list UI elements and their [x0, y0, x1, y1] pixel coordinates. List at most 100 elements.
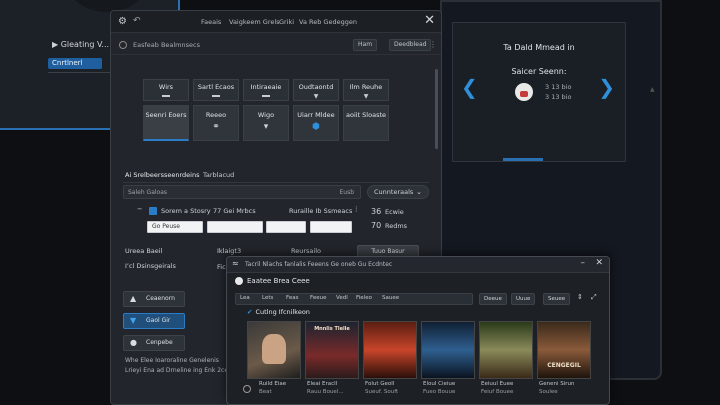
search-button[interactable]: Deeue [479, 293, 507, 305]
tile-option-4[interactable]: Uiarr Mldee ⬢ [293, 105, 339, 141]
tile-header-label: Intiraeaie [250, 83, 282, 91]
tile-header-4[interactable]: Oudtaontd ▼ [293, 79, 339, 101]
tile-option-label: Wigo [257, 111, 275, 119]
side-button-3[interactable]: ● Cenpebe [123, 335, 185, 351]
scrollbar[interactable] [435, 69, 438, 149]
tile-header-1[interactable]: Wirs [143, 79, 189, 101]
tab-1[interactable]: Faeais [201, 18, 221, 26]
text-field-3[interactable] [266, 221, 306, 233]
stepper-icon[interactable]: ⋮ [353, 205, 360, 213]
warning-icon: ▲ [130, 294, 137, 303]
poster-subcaption: Rauu Bouel... [307, 389, 344, 395]
text-field-4[interactable] [310, 221, 352, 233]
grip-icon[interactable]: ⋮ [429, 40, 437, 49]
overlay-title-bar: ≈ Tacril Nlachs fanlalis Feeens Ge oneb … [227, 257, 609, 273]
checkbox[interactable] [149, 207, 157, 215]
tab-4[interactable]: Va Reb Gedeggen [299, 18, 357, 26]
value-1: 36 [371, 207, 382, 216]
featured-meta-2: 3 13 bio [545, 93, 572, 101]
left-label-1: Ureea Baeil [125, 247, 163, 255]
footnote-2: Lrieyi Ena ad Drneline ing Enk 2cenlis. [125, 367, 241, 374]
radio-icon[interactable] [243, 385, 251, 393]
poster-4[interactable] [421, 321, 475, 379]
fullscreen-icon[interactable]: ⤢ [591, 293, 597, 302]
caret-down-icon: ▾ [263, 122, 269, 132]
search-hint: Eusb [339, 189, 354, 196]
tile-option-3[interactable]: Wigo ▾ [243, 105, 289, 141]
minus-icon [162, 95, 170, 97]
poster-1[interactable] [247, 321, 301, 379]
section-tabs: Ai Srelbeersseenrdeins Tarblacud [123, 169, 429, 183]
minus-icon [262, 95, 270, 97]
form-label-3: Ruraille Ib Ssmeacs [289, 207, 353, 215]
text-field-1[interactable]: Go Peuse [147, 221, 203, 233]
caret-down-icon: ▼ [363, 93, 369, 100]
featured-meta-1: 3 13 bio [545, 83, 572, 91]
gear-icon[interactable]: ⚙ [118, 16, 127, 27]
poster-6[interactable]: CENGEGIL [537, 321, 591, 379]
overlay-tab[interactable]: Lets [262, 295, 273, 301]
poster-5[interactable] [479, 321, 533, 379]
tab-3[interactable]: Griki [279, 18, 294, 26]
poster-caption: Eeiuul Euee [481, 381, 514, 387]
overlay-tab[interactable]: Lea [240, 295, 250, 301]
continue-button[interactable]: Cnrtlnerl [48, 58, 102, 69]
search-input[interactable]: Saleh Galoas Eusb [123, 185, 361, 199]
filter-button[interactable]: Uuue [511, 293, 536, 305]
overlap-icon: ⚭ [212, 122, 220, 132]
sort-icon[interactable]: ⇕ [577, 293, 583, 301]
overlay-tab[interactable]: Sauee [382, 295, 399, 301]
wifi-icon: ≈ [232, 259, 239, 268]
side-button-label: Gaol Gir [146, 317, 171, 324]
tile-option-2[interactable]: Reeeo ⚭ [193, 105, 239, 141]
tile-option-label: Seenri Eoers [145, 111, 187, 119]
tile-header-5[interactable]: Ilm Reuhe ▼ [343, 79, 389, 101]
filter-dropdown[interactable]: Cunnteraals ⌄ [367, 185, 429, 199]
side-button-2[interactable]: ▼ Gaol Gir [123, 313, 185, 329]
portrait-image [262, 334, 286, 364]
chevron-left-icon[interactable]: ❮ [461, 75, 478, 99]
sort-button[interactable]: Seuee [543, 293, 571, 305]
tab-2[interactable]: Vaigkeem Grels [229, 18, 280, 26]
tile-option-label: aoiit Sloaste [345, 111, 386, 119]
text-field-2[interactable] [207, 221, 263, 233]
mid-label-1: Iklaigt3 [217, 247, 242, 255]
diamond-icon: ▼ [130, 316, 137, 325]
overlay-heading-text: Eaatee Brea Ceee [247, 277, 310, 285]
poster-3[interactable] [363, 321, 417, 379]
close-icon[interactable]: ✕ [595, 258, 603, 268]
shield-icon: ⬢ [312, 122, 320, 132]
value-1-label: Ecwie [385, 208, 404, 216]
tab-section-2[interactable]: Tarblacud [203, 171, 234, 179]
scrollbar-icon[interactable]: ▲ [650, 86, 655, 93]
minus-icon [212, 95, 220, 97]
radio-icon[interactable] [119, 41, 127, 49]
chevron-down-icon: ⌄ [416, 188, 422, 196]
side-button-label: Cenpebe [146, 339, 173, 346]
tile-header-2[interactable]: Sartl Ecaos [193, 79, 239, 101]
overlay-tab[interactable]: Feas [286, 295, 298, 301]
poster-subcaption: Fueo Bouue [423, 389, 456, 395]
poster-subcaption: Soulee [539, 389, 558, 395]
overlay-heading: Eaatee Brea Ceee [235, 277, 310, 285]
tile-option-1[interactable]: Seenri Eoers [143, 105, 189, 141]
undo-icon[interactable]: ↶ [133, 16, 141, 26]
minimize-icon[interactable]: – [581, 258, 586, 268]
side-button-1[interactable]: ▲ Ceaenorn [123, 291, 185, 307]
overlay-tab[interactable]: Vedl [336, 295, 348, 301]
overlay-tab[interactable]: Feeue [310, 295, 327, 301]
toolbar-button-1[interactable]: Ham [353, 39, 378, 51]
overlay-title: Tacril Nlachs fanlalis Feeens Ge oneb Gu… [245, 261, 393, 268]
collapse-icon[interactable]: − [137, 205, 142, 213]
chevron-right-icon[interactable]: ❯ [598, 75, 615, 99]
poster-2[interactable]: Mnnlis Tlelle [305, 321, 359, 379]
tile-header-label: Ilm Reuhe [349, 83, 383, 91]
tile-header-3[interactable]: Intiraeaie [243, 79, 289, 101]
toolbar-button-2[interactable]: Deedblead [389, 39, 432, 51]
tile-option-5[interactable]: aoiit Sloaste [343, 105, 389, 141]
poster-subcaption: Sueuf. Souft [365, 389, 399, 395]
overlay-tab[interactable]: Fieleo [356, 295, 372, 301]
tab-section-1[interactable]: Ai Srelbeersseenrdeins [125, 171, 199, 179]
check-icon: ✔ [247, 308, 253, 316]
close-icon[interactable]: ✕ [424, 13, 435, 28]
